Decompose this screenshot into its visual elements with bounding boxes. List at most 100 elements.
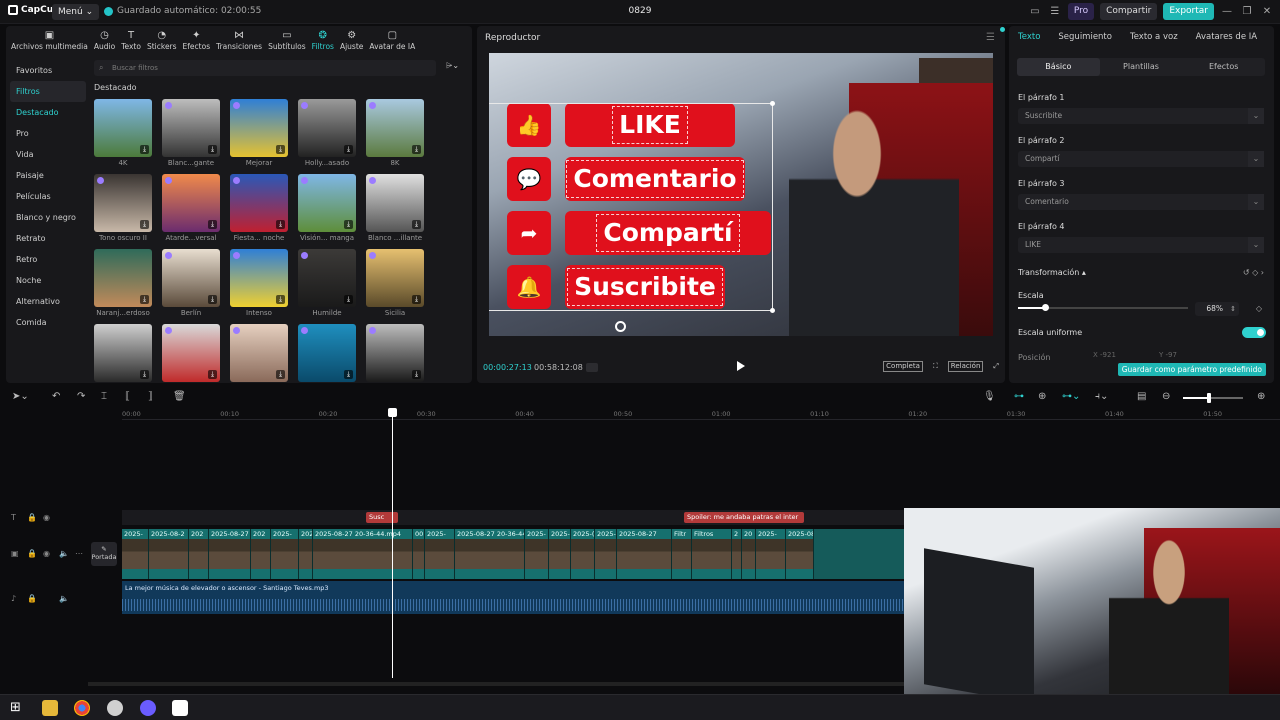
tab-audio[interactable]: ◷ Audio: [91, 26, 118, 54]
category-item[interactable]: Alternativo: [10, 291, 86, 312]
video-clip[interactable]: 2025-08: [786, 529, 814, 579]
filter-thumbnail[interactable]: ⤓: [298, 324, 356, 394]
paragraph-input[interactable]: Compartí ⌄: [1018, 151, 1264, 167]
download-icon[interactable]: ⤓: [412, 370, 421, 379]
lock-icon[interactable]: 🔒: [27, 513, 37, 522]
download-icon[interactable]: ⤓: [140, 295, 149, 304]
video-clip[interactable]: 2025-08-27: [617, 529, 672, 579]
download-icon[interactable]: ⤓: [140, 145, 149, 154]
chrome-icon[interactable]: [74, 700, 90, 716]
download-icon[interactable]: ⤓: [276, 220, 285, 229]
paragraph-input[interactable]: Comentario ⌄: [1018, 194, 1264, 210]
select-tool-icon[interactable]: ➤⌄: [12, 391, 29, 402]
tab-text[interactable]: T Texto: [118, 26, 144, 54]
category-item[interactable]: Paisaje: [10, 165, 86, 186]
link-icon[interactable]: ⊕: [1038, 391, 1046, 402]
category-item[interactable]: Destacado: [10, 102, 86, 123]
download-icon[interactable]: ⤓: [208, 220, 217, 229]
filter-thumbnail[interactable]: ⤓ Atarde...versal: [162, 174, 220, 244]
filter-thumbnail[interactable]: ⤓ Mejorar: [230, 99, 288, 169]
download-icon[interactable]: ⤓: [412, 295, 421, 304]
properties-subtab[interactable]: Básico: [1017, 58, 1100, 76]
video-clip[interactable]: 00: [413, 529, 425, 579]
scale-slider[interactable]: [1018, 304, 1188, 311]
properties-tab[interactable]: Texto a voz: [1121, 32, 1187, 42]
filter-thumbnail[interactable]: ⤓ Humilde: [298, 249, 356, 319]
properties-subtab[interactable]: Efectos: [1182, 58, 1265, 76]
video-preview[interactable]: 👍 LIKE 💬 Comentario ➦ Compartí 🔔 Suscribite: [489, 53, 993, 336]
filter-thumbnail[interactable]: ⤓ 4K: [94, 99, 152, 169]
download-icon[interactable]: ⤓: [140, 220, 149, 229]
close-icon[interactable]: ✕: [1260, 5, 1274, 19]
scale-keyframe-icon[interactable]: ◇: [1256, 304, 1262, 313]
download-icon[interactable]: ⤓: [208, 145, 217, 154]
filter-thumbnail[interactable]: ⤓ Sicilia: [366, 249, 424, 319]
shortcuts-icon[interactable]: ☰: [1048, 5, 1062, 19]
capcut-taskbar-icon[interactable]: [172, 700, 188, 716]
keyframe-icon[interactable]: ◇: [1252, 268, 1258, 277]
properties-subtab[interactable]: Plantillas: [1100, 58, 1183, 76]
download-icon[interactable]: ⤓: [344, 145, 353, 154]
video-clip[interactable]: 202: [251, 529, 271, 579]
video-clip[interactable]: 2025-: [425, 529, 455, 579]
video-clip[interactable]: 202: [299, 529, 313, 579]
category-item[interactable]: Retro: [10, 249, 86, 270]
chevron-down-icon[interactable]: ⌄: [1248, 151, 1264, 167]
download-icon[interactable]: ⤓: [140, 370, 149, 379]
filter-thumbnail[interactable]: ⤓: [94, 324, 152, 394]
category-item[interactable]: Favoritos: [10, 60, 86, 81]
video-clip[interactable]: 2: [732, 529, 742, 579]
video-clip[interactable]: 2025-: [549, 529, 571, 579]
tab-sticker[interactable]: ◔ Stickers: [144, 26, 180, 54]
category-item[interactable]: Retrato: [10, 228, 86, 249]
app-icon[interactable]: [140, 700, 156, 716]
windows-start-icon[interactable]: ⊞: [10, 700, 26, 716]
text-clip[interactable]: Spoiler: me andaba patras el inter: [684, 512, 804, 523]
undo-icon[interactable]: ↶: [52, 391, 60, 402]
playhead[interactable]: [392, 408, 393, 678]
layout-icon[interactable]: ▭: [1028, 5, 1042, 19]
split-icon[interactable]: ⌶: [101, 391, 107, 402]
transform-header[interactable]: Transformación ▴: [1018, 268, 1086, 277]
magnet-icon[interactable]: ⊶: [1014, 391, 1024, 402]
tab-effects[interactable]: ✦ Efectos: [180, 26, 214, 54]
filter-thumbnail[interactable]: ⤓ Visión... manga: [298, 174, 356, 244]
full-quality-button[interactable]: Completa: [883, 361, 923, 372]
filter-thumbnail[interactable]: ⤓ Blanco ...illante: [366, 174, 424, 244]
video-clip[interactable]: Filtros: [692, 529, 732, 579]
download-icon[interactable]: ⤓: [276, 145, 285, 154]
tab-transition[interactable]: ⋈ Transiciones: [213, 26, 265, 54]
stepper-icon[interactable]: ⇕: [1230, 302, 1236, 316]
caption-icon[interactable]: ▤: [1137, 391, 1146, 402]
zoom-slider[interactable]: [1183, 393, 1243, 403]
category-item[interactable]: Filtros: [10, 81, 86, 102]
microphone-icon[interactable]: 🎙: [983, 391, 996, 402]
video-clip[interactable]: 2025-(: [571, 529, 595, 579]
download-icon[interactable]: ⤓: [344, 220, 353, 229]
video-clip[interactable]: 2025-: [271, 529, 299, 579]
filter-search-input[interactable]: ⌕ Buscar filtros: [94, 60, 436, 76]
paragraph-input[interactable]: LIKE ⌄: [1018, 237, 1264, 253]
tab-subtitle[interactable]: ▭ Subtítulos: [265, 26, 309, 54]
video-clip[interactable]: 2025-08-27 20-36-44.mp4: [313, 529, 413, 579]
properties-tab[interactable]: Avatares de IA: [1187, 32, 1266, 42]
chevron-down-icon[interactable]: ⌄: [1248, 108, 1264, 124]
zoom-in-icon[interactable]: ⊕: [1257, 391, 1265, 402]
video-clip[interactable]: 2025-08-27: [209, 529, 251, 579]
preview-axis-icon[interactable]: ⫞⌄: [1095, 391, 1108, 402]
video-clip[interactable]: 2025-08-2: [149, 529, 189, 579]
filter-thumbnail[interactable]: ⤓: [162, 324, 220, 394]
uniform-scale-toggle[interactable]: [1242, 327, 1266, 338]
crop-icon[interactable]: ⛶: [933, 362, 938, 371]
tab-adjust[interactable]: ⚙ Ajuste: [337, 26, 366, 54]
redo-icon[interactable]: ↷: [77, 391, 85, 402]
video-clip[interactable]: 2025-: [595, 529, 617, 579]
obs-icon[interactable]: [107, 700, 123, 716]
cover-button[interactable]: ✎ Portada: [91, 542, 117, 566]
minimize-icon[interactable]: —: [1220, 5, 1234, 19]
video-clip[interactable]: 202: [189, 529, 209, 579]
download-icon[interactable]: ⤓: [344, 370, 353, 379]
delete-icon[interactable]: 🗑: [173, 391, 186, 402]
download-icon[interactable]: ⤓: [276, 295, 285, 304]
tab-avatar[interactable]: ▢ Avatar de IA: [366, 26, 418, 54]
